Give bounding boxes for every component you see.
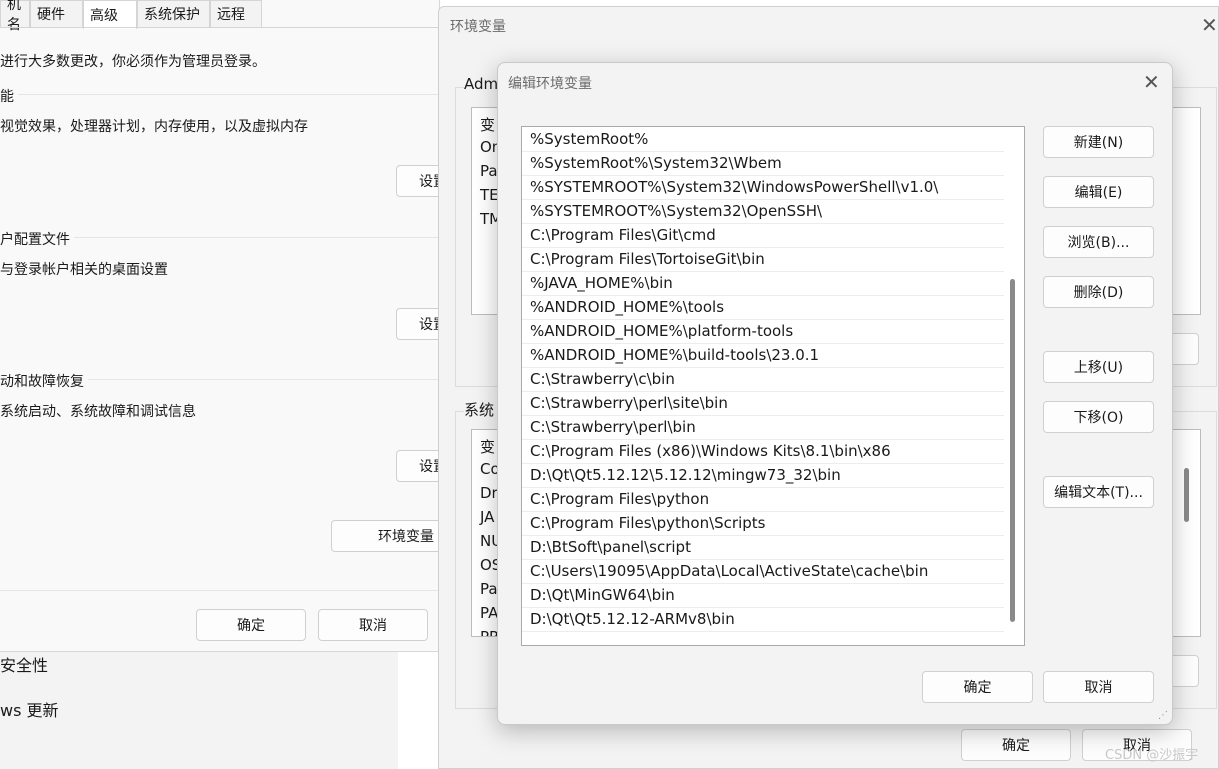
tab-computer-name[interactable]: 机名	[0, 0, 30, 33]
list-item[interactable]: PA	[480, 604, 498, 622]
path-list-item[interactable]: C:\Strawberry\perl\bin	[522, 416, 1004, 440]
path-list-scrollbar[interactable]	[1010, 279, 1015, 622]
settings-item-security[interactable]: 安全性	[0, 652, 48, 676]
tab-divider	[0, 27, 440, 28]
performance-desc: 视觉效果，处理器计划，内存使用，以及虚拟内存	[0, 119, 308, 135]
path-list-item[interactable]: D:\BtSoft\panel\script	[522, 536, 1004, 560]
path-list-item[interactable]: D:\Qt\Qt5.12.12-ARMv8\bin	[522, 608, 1004, 632]
startup-recovery-desc: 系统启动、系统故障和调试信息	[0, 404, 196, 420]
path-list-item[interactable]: C:\Strawberry\c\bin	[522, 368, 1004, 392]
system-vars-scrollbar[interactable]	[1184, 468, 1189, 522]
close-icon[interactable]: ✕	[1201, 15, 1218, 35]
list-item[interactable]: JA	[480, 508, 494, 526]
path-list-item[interactable]: C:\Users\19095\AppData\Local\ActiveState…	[522, 560, 1004, 584]
dialog-title: 编辑环境变量	[508, 76, 592, 92]
browse-button[interactable]: 浏览(B)...	[1043, 226, 1154, 258]
tab-remote[interactable]: 远程	[210, 0, 262, 27]
env-ok-button[interactable]: 确定	[961, 729, 1071, 761]
path-list-item[interactable]: %SYSTEMROOT%\System32\OpenSSH\	[522, 200, 1004, 224]
list-header-variable: 变	[480, 438, 496, 456]
group-title-startup-recovery: 动和故障恢复	[0, 371, 88, 391]
resize-grip-icon[interactable]: ⋰	[1158, 711, 1168, 721]
system-vars-section-label: 系统	[464, 399, 499, 420]
close-icon[interactable]: ✕	[1143, 72, 1160, 92]
path-list-item[interactable]: C:\Program Files\TortoiseGit\bin	[522, 248, 1004, 272]
group-title-user-profiles: 户配置文件	[0, 229, 74, 249]
environment-variables-button[interactable]: 环境变量	[331, 520, 451, 552]
tab-system-protection[interactable]: 系统保护	[137, 0, 210, 27]
tab-advanced[interactable]: 高级	[83, 0, 137, 29]
edit-environment-variable-dialog: 编辑环境变量 ✕ %SystemRoot% %SystemRoot%\System…	[497, 62, 1173, 725]
path-list-item[interactable]: C:\Strawberry\perl\site\bin	[522, 392, 1004, 416]
footer-divider	[0, 590, 440, 591]
watermark: CSDN @沙振宇	[1105, 748, 1199, 763]
path-list-item[interactable]: %SystemRoot%\System32\Wbem	[522, 152, 1004, 176]
list-item[interactable]: Pa	[480, 580, 498, 598]
list-item[interactable]: TE	[480, 186, 499, 204]
list-item[interactable]: Pa	[480, 162, 498, 180]
path-list-item[interactable]: D:\Qt\Qt5.12.12\5.12.12\mingw73_32\bin	[522, 464, 1004, 488]
move-down-button[interactable]: 下移(O)	[1043, 401, 1154, 433]
path-list-item[interactable]: %SYSTEMROOT%\System32\WindowsPowerShell\…	[522, 176, 1004, 200]
path-list-item[interactable]: %JAVA_HOME%\bin	[522, 272, 1004, 296]
settings-content-edge	[398, 652, 440, 769]
path-list-item[interactable]: %ANDROID_HOME%\platform-tools	[522, 320, 1004, 344]
dialog-ok-button[interactable]: 确定	[922, 671, 1033, 703]
delete-button[interactable]: 删除(D)	[1043, 276, 1154, 308]
path-list-item[interactable]: C:\Program Files\python\Scripts	[522, 512, 1004, 536]
edit-button[interactable]: 编辑(E)	[1043, 176, 1154, 208]
path-list[interactable]: %SystemRoot% %SystemRoot%\System32\Wbem %S…	[521, 126, 1025, 646]
user-profiles-desc: 与登录帐户相关的桌面设置	[0, 262, 168, 278]
path-list-item[interactable]: %SystemRoot%	[522, 128, 1004, 152]
list-header-variable: 变	[480, 116, 496, 134]
settings-item-windows-update[interactable]: ws 更新	[0, 697, 59, 721]
group-border-performance	[0, 94, 440, 95]
path-list-item[interactable]: C:\Program Files\python	[522, 488, 1004, 512]
window-title: 环境变量	[450, 19, 506, 35]
new-button[interactable]: 新建(N)	[1043, 126, 1154, 158]
admin-notice: 进行大多数更改，你必须作为管理员登录。	[0, 54, 266, 70]
path-list-item[interactable]: %ANDROID_HOME%\tools	[522, 296, 1004, 320]
edit-text-button[interactable]: 编辑文本(T)...	[1043, 476, 1154, 508]
move-up-button[interactable]: 上移(U)	[1043, 351, 1154, 383]
dialog-cancel-button[interactable]: 取消	[1043, 671, 1154, 703]
list-item[interactable]: Dr	[480, 484, 498, 502]
group-title-performance: 能	[0, 86, 18, 106]
cancel-button[interactable]: 取消	[318, 609, 428, 641]
settings-background: 安全性 ws 更新	[0, 652, 440, 769]
system-properties-window: 机名 硬件 高级 系统保护 远程 进行大多数更改，你必须作为管理员登录。 能 视…	[0, 0, 456, 652]
path-list-item[interactable]: C:\Program Files (x86)\Windows Kits\8.1\…	[522, 440, 1004, 464]
path-list-item[interactable]: C:\Program Files\Git\cmd	[522, 224, 1004, 248]
path-list-item[interactable]: %ANDROID_HOME%\build-tools\23.0.1	[522, 344, 1004, 368]
tab-hardware[interactable]: 硬件	[30, 0, 83, 27]
ok-button[interactable]: 确定	[196, 609, 306, 641]
path-list-item[interactable]: D:\Qt\MinGW64\bin	[522, 584, 1004, 608]
